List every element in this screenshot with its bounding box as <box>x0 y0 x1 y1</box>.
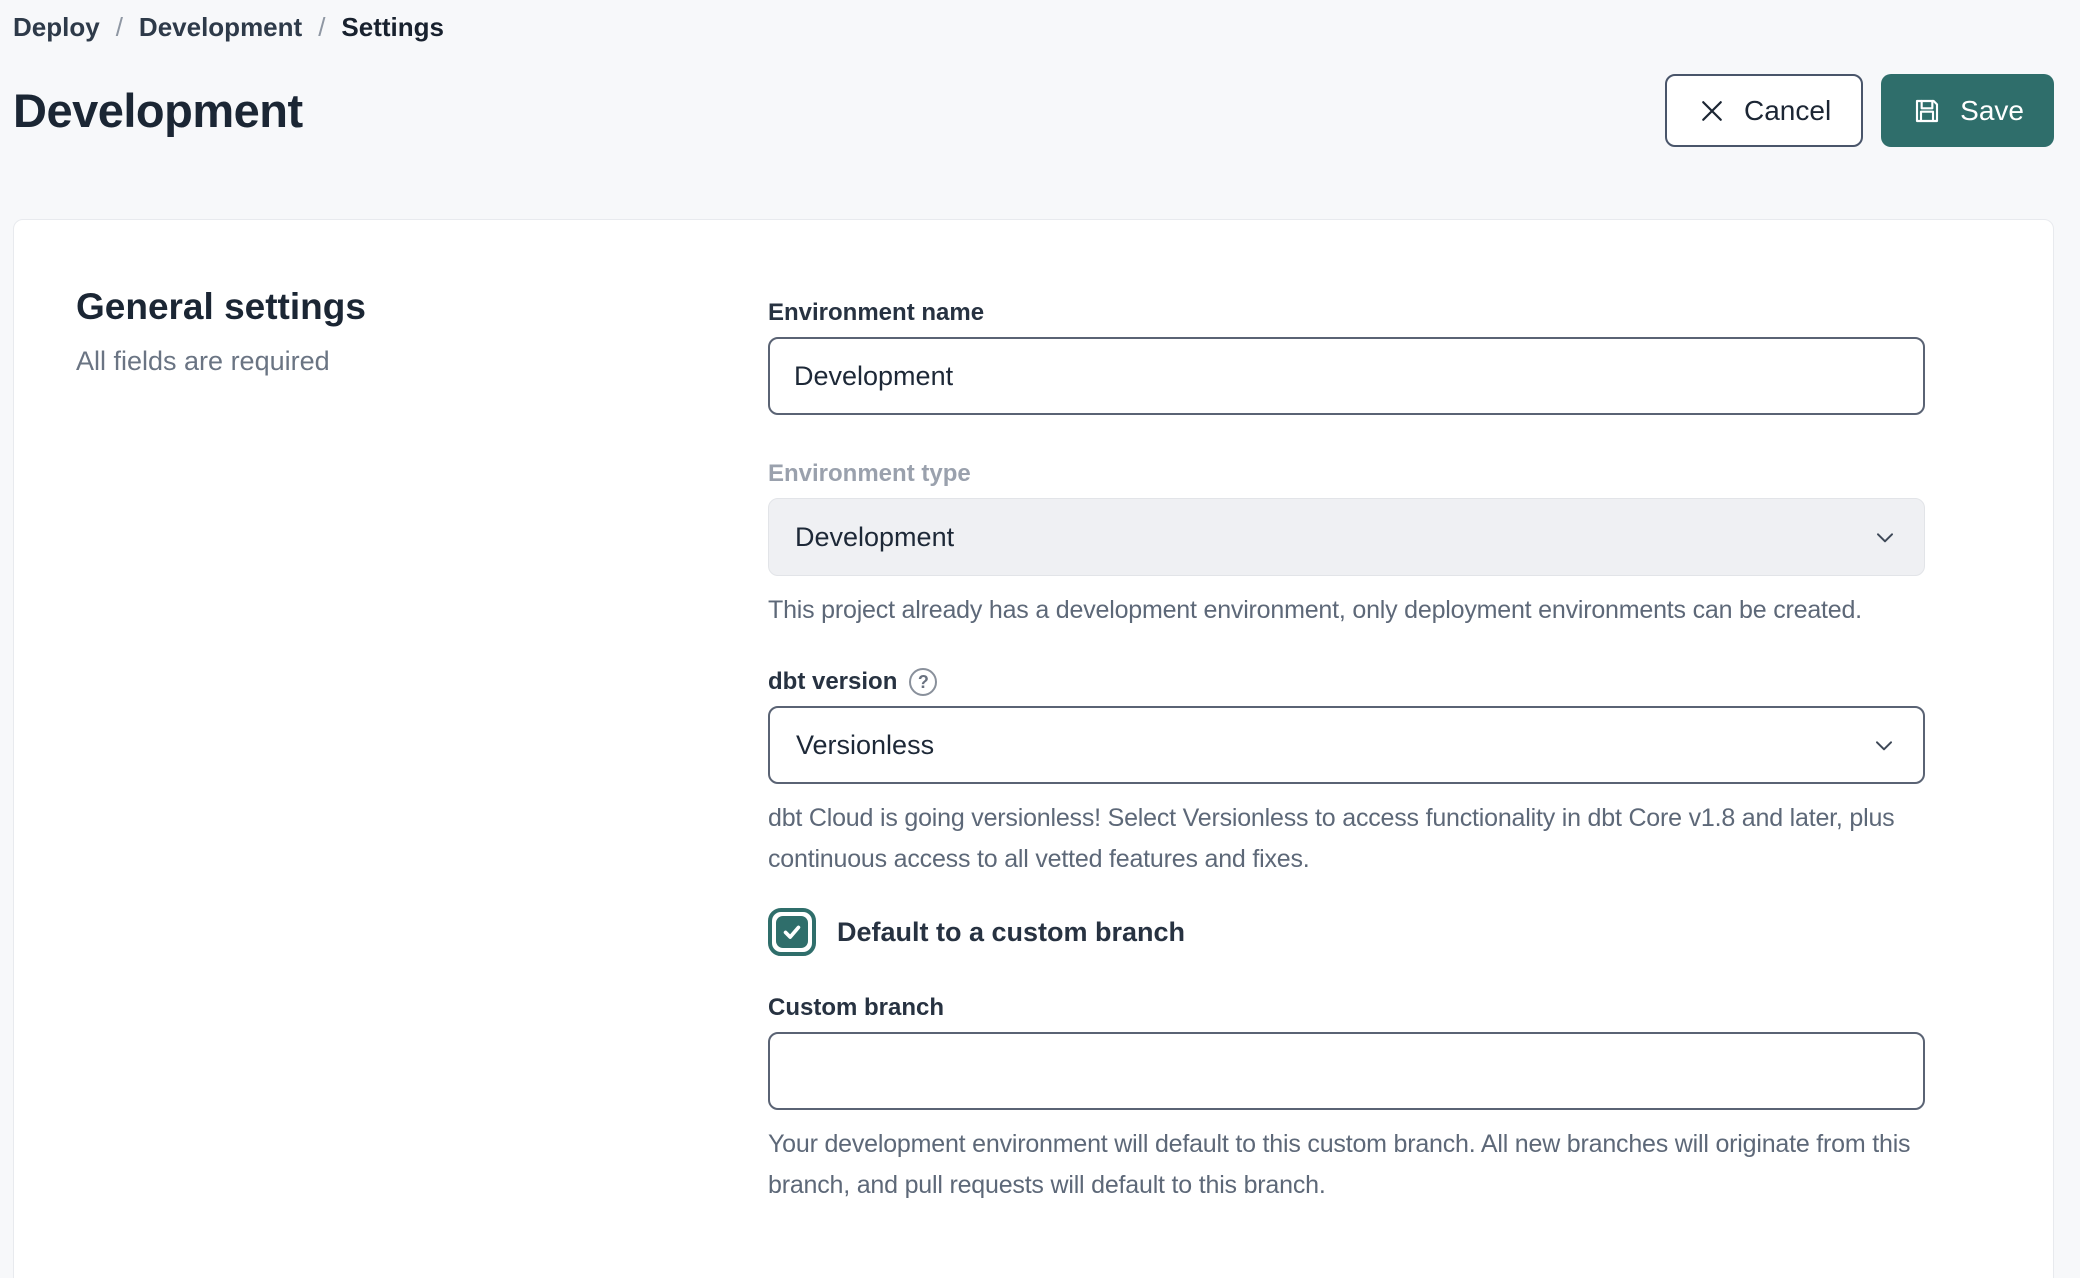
save-button[interactable]: Save <box>1881 74 2054 147</box>
chevron-down-icon <box>1872 524 1898 550</box>
environment-type-help: This project already has a development e… <box>768 590 1925 631</box>
default-custom-branch-row: Default to a custom branch <box>768 908 1925 956</box>
cancel-button[interactable]: Cancel <box>1665 74 1863 147</box>
environment-type-value: Development <box>795 522 954 553</box>
check-icon <box>781 921 803 943</box>
cancel-button-label: Cancel <box>1744 95 1831 127</box>
custom-branch-label: Custom branch <box>768 993 1925 1023</box>
section-title: General settings <box>76 284 768 330</box>
general-settings-card: General settings All fields are required… <box>13 219 2054 1278</box>
section-subtitle: All fields are required <box>76 346 768 377</box>
environment-name-input[interactable] <box>768 337 1925 415</box>
breadcrumb: Deploy / Development / Settings <box>13 10 2054 43</box>
environment-type-select: Development <box>768 498 1925 576</box>
environment-name-label: Environment name <box>768 298 1925 328</box>
dbt-version-label: dbt version <box>768 667 897 697</box>
chevron-down-icon <box>1871 732 1897 758</box>
custom-branch-input[interactable] <box>768 1032 1925 1110</box>
breadcrumb-development[interactable]: Development <box>139 12 302 43</box>
dbt-version-label-row: dbt version ? <box>768 667 1925 697</box>
settings-form: Environment name Environment type Develo… <box>768 284 1925 1278</box>
close-icon <box>1697 96 1727 126</box>
environment-type-label: Environment type <box>768 459 1925 489</box>
header-actions: Cancel Save <box>1665 74 2054 147</box>
question-glyph: ? <box>918 672 929 693</box>
section-intro: General settings All fields are required <box>76 284 768 1278</box>
page-header: Development Cancel Save <box>13 74 2054 147</box>
breadcrumb-settings: Settings <box>341 12 444 43</box>
dbt-version-select[interactable]: Versionless <box>768 706 1925 784</box>
breadcrumb-separator: / <box>116 12 123 43</box>
breadcrumb-separator: / <box>318 12 325 43</box>
breadcrumb-deploy[interactable]: Deploy <box>13 12 100 43</box>
custom-branch-checkbox[interactable] <box>768 908 816 956</box>
help-circle-icon[interactable]: ? <box>909 668 937 696</box>
custom-branch-checkbox-label[interactable]: Default to a custom branch <box>837 917 1185 948</box>
page-title: Development <box>13 83 303 138</box>
custom-branch-checkbox-fill <box>776 916 808 948</box>
save-button-label: Save <box>1960 95 2024 127</box>
dbt-version-help: dbt Cloud is going versionless! Select V… <box>768 798 1925 880</box>
custom-branch-help: Your development environment will defaul… <box>768 1124 1925 1206</box>
environment-settings-page: Deploy / Development / Settings Developm… <box>0 0 2080 1278</box>
save-icon <box>1911 95 1943 127</box>
dbt-version-value: Versionless <box>796 730 934 761</box>
